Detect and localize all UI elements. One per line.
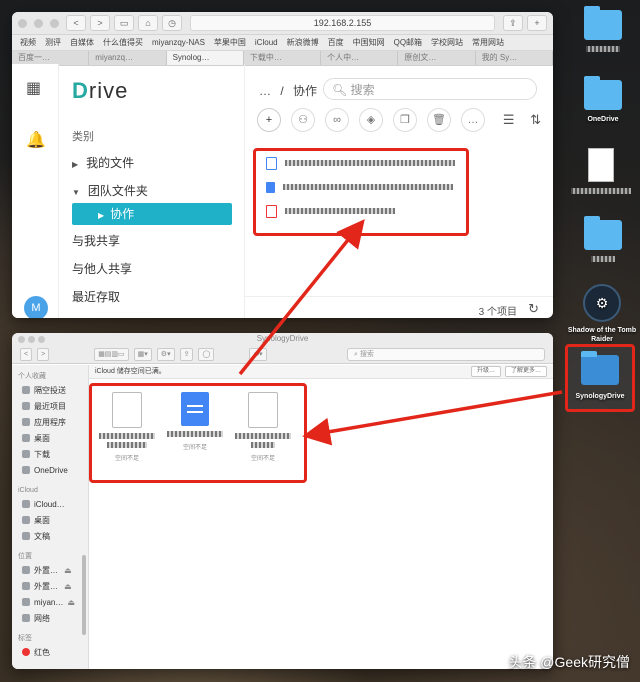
watermark: 头条 @Geek研究僧 (508, 654, 630, 670)
annotation-arrows (238, 219, 563, 446)
arrow-to-finder (302, 390, 563, 446)
arrow-to-drive (238, 219, 365, 376)
